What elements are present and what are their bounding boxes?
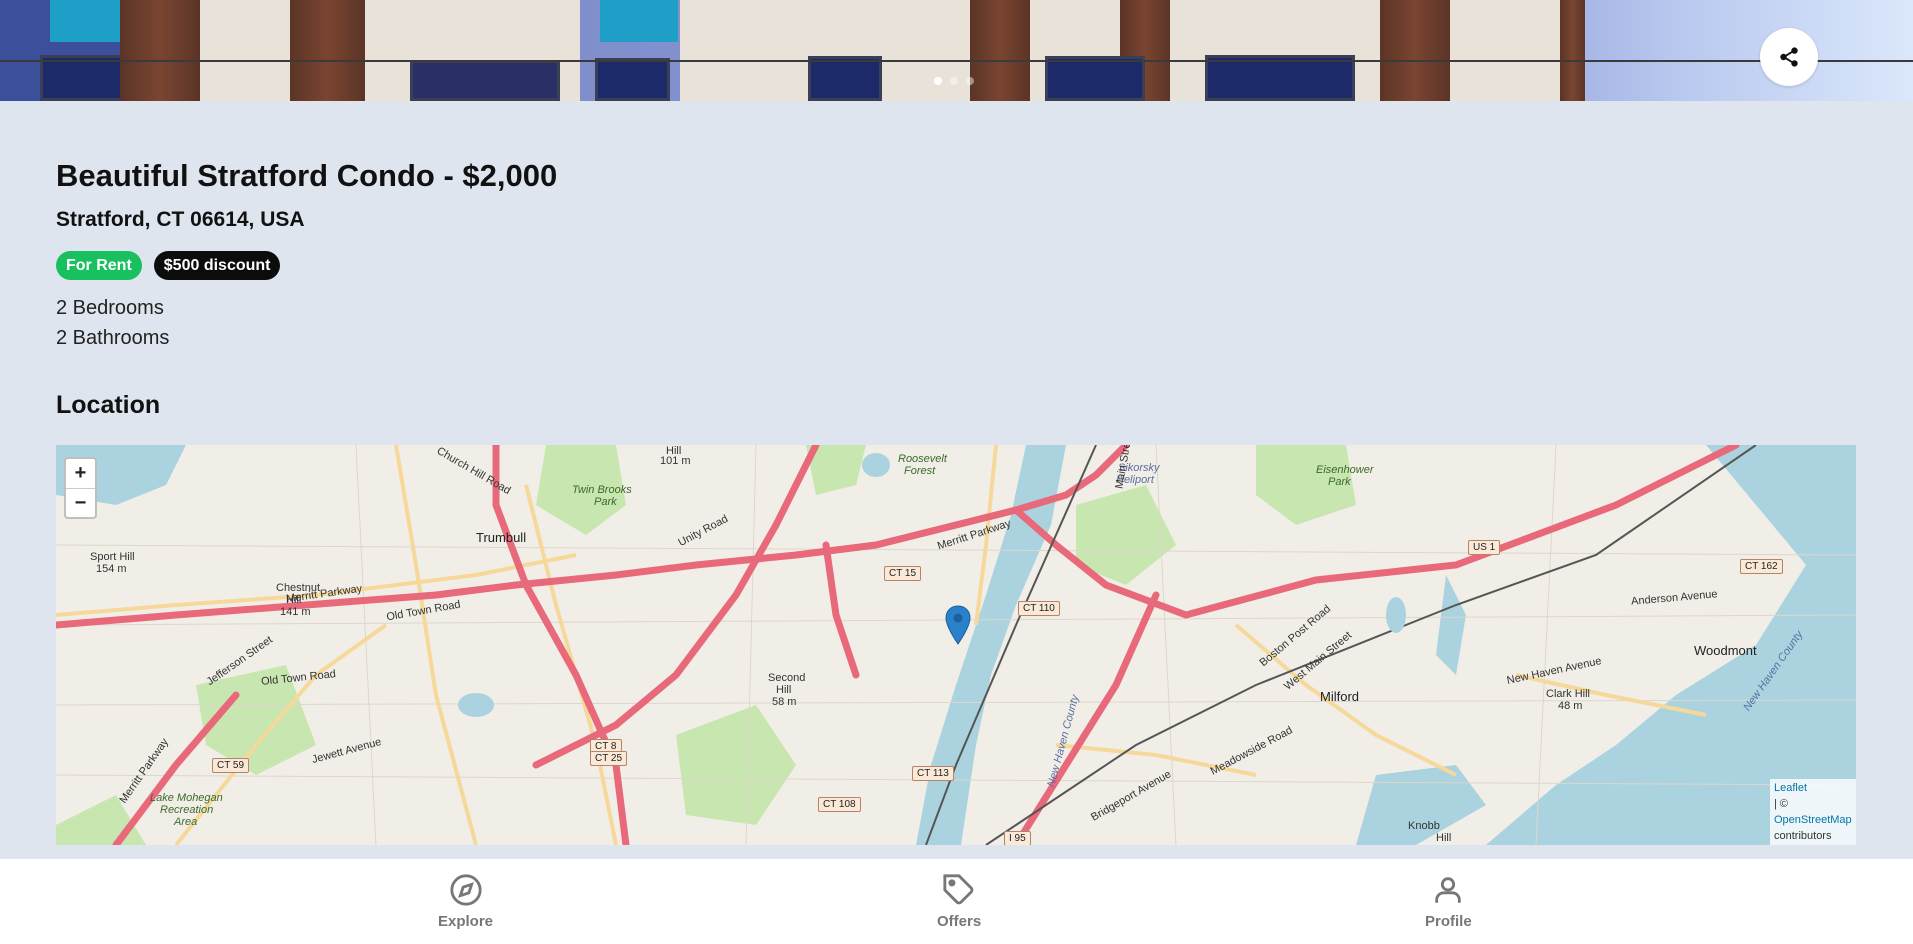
attribution-sep: | © [1774, 798, 1789, 810]
shield-ct59: CT 59 [212, 758, 250, 773]
nav-explore[interactable]: Explore [438, 873, 493, 930]
map-label-hill-elev: 101 m [660, 455, 691, 467]
tag-icon [943, 874, 974, 905]
map-label-second-hill-2: Hill [776, 684, 792, 696]
nav-offers-label: Offers [937, 913, 982, 930]
map-label-sport-hill: Sport Hill [90, 551, 135, 563]
map-label-twin-brooks: Twin Brooks [572, 484, 632, 496]
hero-image[interactable] [0, 0, 1913, 101]
bedrooms-text: 2 Bedrooms [56, 297, 164, 319]
zoom-in-button[interactable]: + [66, 459, 95, 488]
carousel-dots[interactable] [934, 77, 974, 85]
location-map[interactable]: Trumbull Milford Woodmont Sport Hill 154… [56, 445, 1856, 845]
map-label-second-hill: Second [768, 672, 806, 684]
nav-offers[interactable]: Offers [937, 873, 981, 930]
map-label-chestnut-hill-elev: 141 m [280, 606, 311, 618]
for-rent-badge: For Rent [56, 251, 142, 280]
map-label-lake-mohegan-3: Area [174, 816, 198, 828]
map-label-knobb-hill: Knobb [1408, 820, 1440, 832]
map-label-sport-hill-elev: 154 m [96, 563, 127, 575]
shield-ct162: CT 162 [1740, 559, 1783, 574]
map-label-knobb-hill-2: Hill [1436, 832, 1452, 844]
map-label-woodmont: Woodmont [1694, 643, 1757, 658]
map-label-second-hill-elev: 58 m [772, 696, 797, 708]
carousel-dot[interactable] [966, 77, 974, 85]
attribution-contributors: contributors [1774, 830, 1832, 842]
map-label-milford: Milford [1320, 689, 1360, 704]
listing-title: Beautiful Stratford Condo - $2,000 [56, 158, 558, 193]
bathrooms-text: 2 Bathrooms [56, 327, 170, 349]
discount-badge: $500 discount [153, 251, 281, 280]
shield-ct15: CT 15 [884, 566, 922, 581]
bottom-nav: Explore Offers Profile [0, 859, 1913, 944]
location-heading: Location [56, 391, 161, 419]
map-tiles [56, 445, 1856, 845]
user-icon [1435, 877, 1462, 903]
map-label-twin-brooks-2: Park [594, 496, 617, 508]
listing-address: Stratford, CT 06614, USA [56, 208, 305, 231]
map-label-lake-mohegan-2: Recreation [160, 804, 214, 816]
map-label-clark-hill-elev: 48 m [1558, 700, 1583, 712]
zoom-out-button[interactable]: − [66, 488, 95, 517]
badge-row: For Rent $500 discount [56, 251, 281, 280]
shield-ct108: CT 108 [818, 797, 861, 812]
nav-profile-label: Profile [1425, 913, 1472, 930]
map-label-lake-mohegan: Lake Mohegan [150, 792, 223, 804]
map-label-roosevelt: Roosevelt [898, 453, 947, 465]
share-icon [1780, 47, 1798, 67]
map-attribution: Leaflet | © OpenStreetMap contributors [1770, 779, 1856, 845]
carousel-dot[interactable] [934, 77, 942, 85]
map-label-eisenhower-2: Park [1328, 476, 1351, 488]
nav-profile[interactable]: Profile [1425, 873, 1472, 930]
osm-link[interactable]: OpenStreetMap [1774, 814, 1852, 826]
map-label-clark-hill: Clark Hill [1546, 688, 1590, 700]
shield-ct110: CT 110 [1018, 601, 1060, 616]
shield-ct113: CT 113 [912, 766, 954, 781]
carousel-dot[interactable] [950, 77, 958, 85]
nav-explore-label: Explore [438, 913, 494, 930]
shield-ct25: CT 25 [590, 751, 628, 766]
map-label-trumbull: Trumbull [476, 530, 527, 545]
map-label-eisenhower: Eisenhower [1316, 464, 1374, 476]
map-label-roosevelt-2: Forest [904, 465, 936, 477]
shield-i95: I 95 [1004, 831, 1031, 845]
share-button[interactable] [1760, 28, 1818, 86]
leaflet-link[interactable]: Leaflet [1774, 782, 1807, 794]
map-pin-icon[interactable] [945, 605, 971, 645]
zoom-control: + − [64, 457, 97, 519]
shield-us1: US 1 [1468, 540, 1501, 555]
compass-icon [449, 874, 482, 906]
